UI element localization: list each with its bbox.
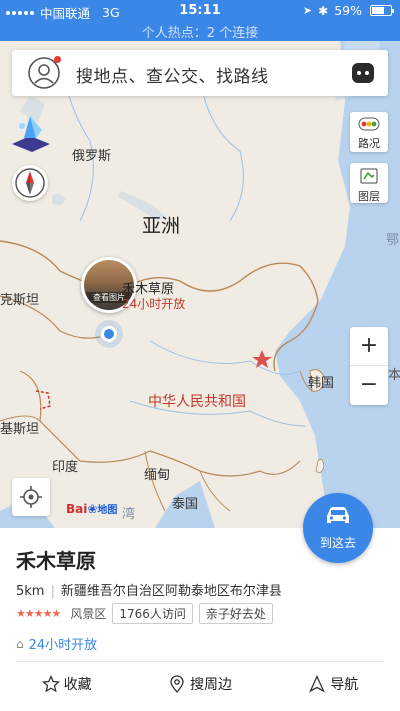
bluetooth-icon: ✱ xyxy=(318,3,329,18)
voice-assistant-icon[interactable] xyxy=(352,63,374,83)
crosshair-icon xyxy=(20,486,42,508)
battery-icon xyxy=(370,5,394,16)
location-pin-dot[interactable] xyxy=(101,326,117,342)
search-box[interactable]: 搜地点、查公交、找路线 xyxy=(12,50,388,96)
location-pin-icon xyxy=(170,675,184,693)
map-view[interactable]: 俄罗斯 亚洲 克斯坦 中华人民共和国 韩国 基斯坦 印度 缅甸 泰国 鄂 本 湾… xyxy=(0,41,400,528)
layers-icon xyxy=(360,168,378,184)
place-name: 禾木草原 xyxy=(16,549,96,573)
navigate-label: 导航 xyxy=(330,677,359,693)
layers-button[interactable]: 图层 xyxy=(350,163,388,203)
baidu-map-logo: Bai❀地图 xyxy=(66,502,118,516)
compass-icon xyxy=(15,168,45,198)
map-label-bay: 湾 xyxy=(122,507,136,522)
paw-icon: ❀ xyxy=(87,502,98,516)
traffic-light-icon xyxy=(358,117,380,131)
place-address-line: 5km | 新疆维吾尔自治区阿勒泰地区布尔津县 xyxy=(16,584,282,599)
map-label-kazakhstan: 克斯坦 xyxy=(0,293,40,308)
compass-button[interactable] xyxy=(12,165,48,201)
map-label-thailand: 泰国 xyxy=(172,497,199,512)
place-hours: ⌂ 24小时开放 xyxy=(16,634,98,654)
ar-explore-icon[interactable] xyxy=(8,110,54,154)
map-label-japan: 本 xyxy=(388,368,400,383)
nearby-label: 搜周边 xyxy=(189,677,232,693)
map-label-asia: 亚洲 xyxy=(142,215,181,237)
family-tag: 亲子好去处 xyxy=(198,603,273,624)
favorite-label: 收藏 xyxy=(63,677,92,693)
place-address: 新疆维吾尔自治区阿勒泰地区布尔津县 xyxy=(60,584,282,599)
map-label-myanmar: 缅甸 xyxy=(144,468,171,483)
search-nearby-button[interactable]: 搜周边 xyxy=(133,674,266,694)
layers-label: 图层 xyxy=(358,190,380,203)
map-label-china: 中华人民共和国 xyxy=(148,394,246,410)
avatar-button[interactable] xyxy=(28,56,61,89)
place-distance: 5km xyxy=(16,584,45,599)
car-icon xyxy=(327,507,349,523)
go-here-label: 到这去 xyxy=(319,536,356,550)
navigate-button[interactable]: 导航 xyxy=(267,674,400,694)
map-canvas xyxy=(0,41,400,528)
go-here-button[interactable]: 到这去 xyxy=(303,493,373,563)
pin-hours-label: 24小时开放 xyxy=(122,297,186,311)
place-hours-text: 24小时开放 xyxy=(28,638,98,653)
action-bar: 收藏 搜周边 导航 xyxy=(0,674,400,694)
location-arrow-icon: ➤ xyxy=(302,4,313,17)
traffic-button[interactable]: 路况 xyxy=(350,112,388,152)
tag-icon: ⌂ xyxy=(16,636,24,651)
notification-dot xyxy=(54,56,61,63)
map-label-india: 印度 xyxy=(52,460,79,475)
traffic-label: 路况 xyxy=(358,137,380,150)
map-label-korea: 韩国 xyxy=(308,376,335,391)
battery-percent: 59% xyxy=(334,3,362,18)
place-meta: ★★★★★ 风景区 1766人访问 亲子好去处 xyxy=(16,603,273,624)
zoom-in-button[interactable]: + xyxy=(350,327,388,366)
locate-me-button[interactable] xyxy=(12,478,50,516)
place-category: 风景区 xyxy=(70,607,107,621)
map-label-sea-north: 鄂 xyxy=(386,233,400,248)
visits-tag: 1766人访问 xyxy=(112,603,193,624)
hotspot-banner[interactable]: 个人热点：2 个连接 xyxy=(0,22,400,41)
search-input[interactable]: 搜地点、查公交、找路线 xyxy=(76,62,269,87)
favorite-button[interactable]: 收藏 xyxy=(0,674,133,694)
navigation-arrow-icon xyxy=(309,675,326,693)
rating-stars: ★★★★★ xyxy=(16,607,61,620)
star-icon xyxy=(41,675,60,693)
map-label-pakistan: 基斯坦 xyxy=(0,422,40,437)
map-label-russia: 俄罗斯 xyxy=(72,149,112,164)
zoom-out-button[interactable]: − xyxy=(350,366,388,405)
divider xyxy=(16,661,384,662)
status-bar: 中国联通 3G 15:11 ➤ ✱ 59% 个人热点：2 个连接 xyxy=(0,0,400,41)
zoom-control: + − xyxy=(350,327,388,405)
